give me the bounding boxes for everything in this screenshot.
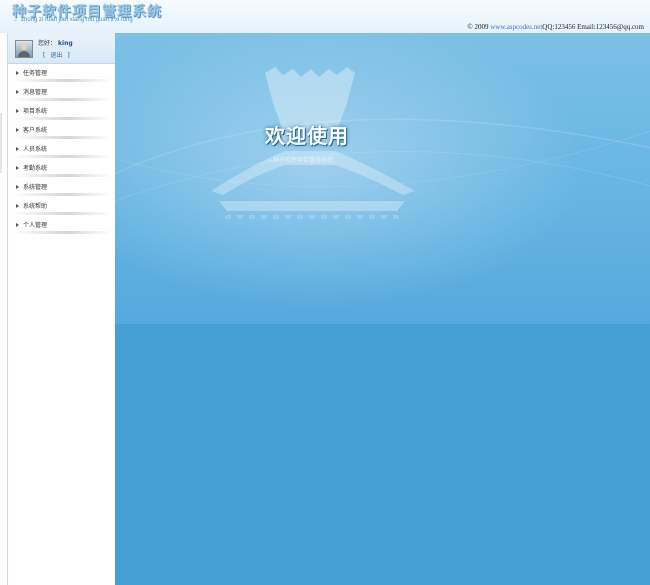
user-name: king [58, 40, 73, 47]
greeting-text: 您好： [38, 40, 57, 47]
sidebar-item-project[interactable]: 项目系统 [8, 102, 116, 121]
logout-row: [ 退出] [38, 50, 75, 59]
main-content: 欢迎使用 —种子软件项目管理系统 [115, 33, 650, 585]
sidebar-item-help[interactable]: 系统帮助 [8, 197, 116, 216]
sidebar-item-customer[interactable]: 客户系统 [8, 121, 116, 140]
sidebar-menu: 任务管理 消息管理 项目系统 客户系统 人员系统 考勤系统 系统管理 系统帮助 … [8, 64, 116, 235]
sidebar-item-label: 系统帮助 [23, 203, 48, 210]
triangle-right-icon [16, 185, 19, 189]
triangle-right-icon [16, 109, 19, 113]
avatar-head [21, 44, 27, 50]
banner-illustration [115, 33, 650, 324]
sidebar: 您好： king [ 退出] 任务管理 消息管理 项目系统 客户系统 人员系统 考勤… [7, 33, 117, 585]
sidebar-item-personal[interactable]: 个人管理 [8, 216, 116, 235]
sidebar-item-system[interactable]: 系统管理 [8, 178, 116, 197]
copyright-year: © 2009 [467, 23, 489, 31]
copyright-site-link[interactable]: www.aspcodes.net [490, 23, 542, 31]
app-subtitle: → zhong zi ruan jian xiang mu guan li xi … [12, 17, 133, 23]
arrow-icon: → [12, 17, 18, 23]
welcome-title: 欢迎使用 [265, 124, 349, 148]
sidebar-item-label: 人员系统 [23, 146, 48, 153]
welcome-subtitle: —种子软件项目管理系统 [267, 157, 334, 164]
triangle-right-icon [16, 71, 19, 75]
sidebar-item-label: 客户系统 [23, 127, 48, 134]
avatar-body [18, 51, 30, 57]
copyright: © 2009 www.aspcodes.netQQ:123456 Email:1… [467, 23, 644, 31]
sidebar-item-staff[interactable]: 人员系统 [8, 140, 116, 159]
user-panel: 您好： king [ 退出] [8, 33, 116, 64]
sidebar-item-label: 消息管理 [23, 89, 48, 96]
left-gutter [0, 33, 7, 585]
logout-link[interactable]: 退出 [50, 52, 62, 59]
triangle-right-icon [16, 204, 19, 208]
sidebar-item-label: 任务管理 [23, 70, 48, 77]
app-subtitle-text: zhong zi ruan jian xiang mu guan li xi t… [21, 17, 133, 23]
triangle-right-icon [16, 90, 19, 94]
triangle-right-icon [16, 223, 19, 227]
scroll-indicator [0, 113, 2, 173]
sidebar-item-label: 系统管理 [23, 184, 48, 191]
header: 种子软件项目管理系统 → zhong zi ruan jian xiang mu … [0, 0, 650, 34]
copyright-contact: QQ:123456 Email:123456@qq.com [542, 23, 644, 31]
bracket-close: ] [67, 52, 70, 59]
bracket-open: [ [43, 52, 46, 59]
greeting: 您好： king [38, 38, 73, 47]
sidebar-item-label: 个人管理 [23, 222, 48, 229]
sidebar-item-label: 考勤系统 [23, 165, 48, 172]
sidebar-item-task[interactable]: 任务管理 [8, 64, 116, 83]
sidebar-item-label: 项目系统 [23, 108, 48, 115]
welcome-banner: 欢迎使用 —种子软件项目管理系统 [115, 33, 650, 324]
sidebar-item-message[interactable]: 消息管理 [8, 83, 116, 102]
triangle-right-icon [16, 128, 19, 132]
avatar [15, 40, 33, 58]
triangle-right-icon [16, 166, 19, 170]
sidebar-item-attendance[interactable]: 考勤系统 [8, 159, 116, 178]
triangle-right-icon [16, 147, 19, 151]
